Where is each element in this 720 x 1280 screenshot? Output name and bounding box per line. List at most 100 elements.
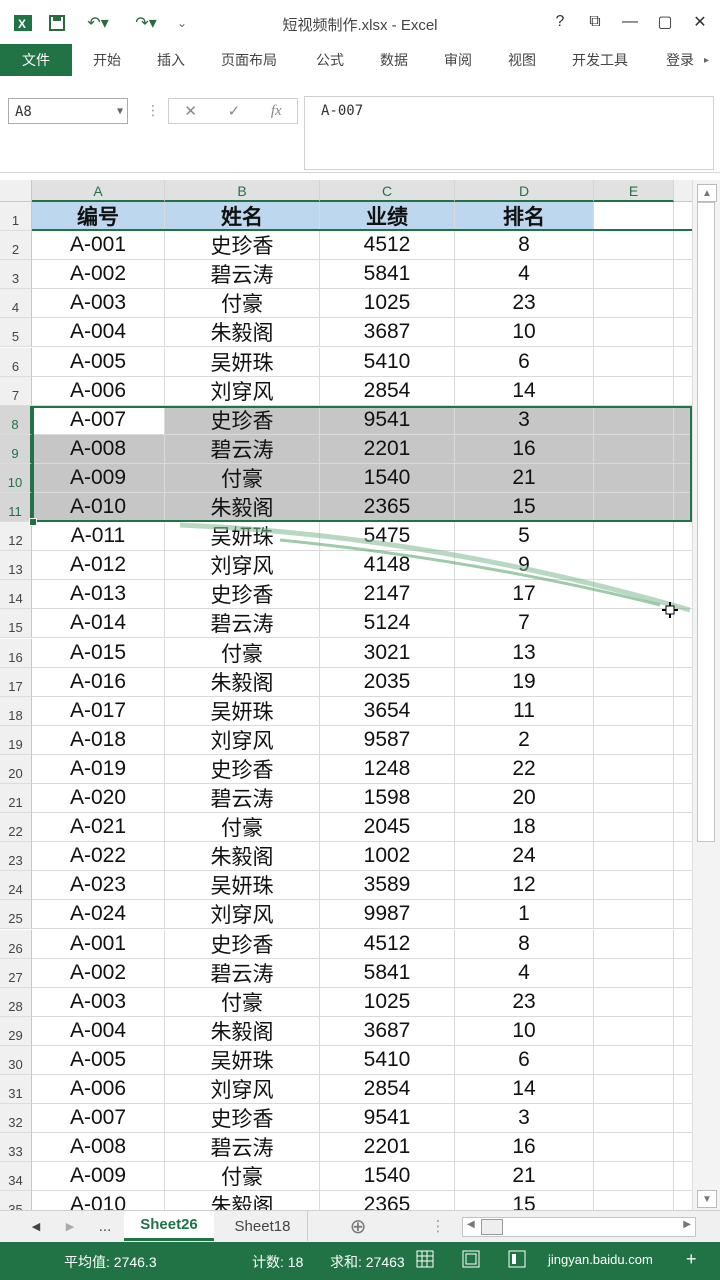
column-header-f[interactable]	[674, 180, 692, 202]
table-cell[interactable]: A-003	[32, 289, 165, 319]
table-cell[interactable]: 21	[455, 1162, 594, 1192]
row-header[interactable]: 24	[0, 871, 32, 901]
row-header[interactable]: 3	[0, 260, 32, 290]
table-cell[interactable]: 朱毅阁	[165, 493, 320, 523]
table-cell[interactable]: 吴妍珠	[165, 696, 320, 726]
table-cell[interactable]: 20	[455, 784, 594, 814]
row-header[interactable]: 23	[0, 842, 32, 872]
table-cell[interactable]	[674, 1162, 692, 1192]
table-cell[interactable]: 吴妍珠	[165, 871, 320, 901]
tab-insert[interactable]: 插入	[157, 44, 185, 76]
table-cell[interactable]: 3	[455, 405, 594, 435]
table-cell[interactable]: 碧云涛	[165, 434, 320, 464]
table-cell[interactable]: 19	[455, 667, 594, 697]
table-cell[interactable]: 史珍香	[165, 754, 320, 784]
table-cell[interactable]: A-011	[32, 522, 165, 552]
table-cell[interactable]: 4	[455, 958, 594, 988]
table-cell[interactable]: 朱毅阁	[165, 318, 320, 348]
table-cell[interactable]	[674, 988, 692, 1017]
row-header[interactable]: 16	[0, 638, 32, 668]
table-cell[interactable]	[674, 900, 692, 930]
tab-file[interactable]: 文件	[0, 44, 72, 76]
table-cell[interactable]	[674, 609, 692, 639]
enter-icon[interactable]: ✓	[228, 102, 241, 120]
table-cell[interactable]: A-021	[32, 813, 165, 843]
table-cell[interactable]	[674, 231, 692, 261]
table-cell[interactable]: A-007	[32, 405, 165, 435]
table-cell[interactable]	[674, 522, 692, 552]
table-cell[interactable]: 9	[455, 551, 594, 581]
row-header[interactable]: 25	[0, 900, 32, 930]
table-cell[interactable]: A-008	[32, 1133, 165, 1163]
select-all-corner[interactable]	[0, 180, 32, 202]
table-cell[interactable]: 刘穿风	[165, 725, 320, 755]
table-cell[interactable]: 2854	[320, 1075, 455, 1105]
row-header[interactable]: 28	[0, 987, 32, 1017]
table-cell[interactable]: A-001	[32, 231, 165, 261]
table-cell[interactable]	[674, 784, 692, 814]
table-cell[interactable]: 2201	[320, 434, 455, 464]
table-cell[interactable]	[594, 696, 674, 726]
row-header[interactable]: 8	[0, 405, 32, 435]
table-cell[interactable]: 付豪	[165, 289, 320, 319]
table-cell[interactable]	[594, 900, 674, 930]
table-cell[interactable]: 2365	[320, 1191, 455, 1210]
table-cell[interactable]: 4148	[320, 551, 455, 581]
table-cell[interactable]	[594, 231, 674, 261]
table-cell[interactable]: 24	[455, 842, 594, 872]
table-cell[interactable]	[674, 434, 692, 464]
table-cell[interactable]	[674, 871, 692, 901]
header-cell[interactable]	[594, 202, 674, 232]
ribbon-scroll-right-icon[interactable]: ▸	[704, 44, 709, 76]
row-header[interactable]: 11	[0, 493, 32, 523]
table-cell[interactable]: 3654	[320, 696, 455, 726]
table-cell[interactable]	[674, 493, 692, 523]
table-cell[interactable]	[594, 784, 674, 814]
table-cell[interactable]: 刘穿风	[165, 1075, 320, 1105]
sheet-nav-next-icon[interactable]: ▶	[60, 1211, 80, 1241]
table-cell[interactable]: 15	[455, 493, 594, 523]
table-cell[interactable]: 8	[455, 231, 594, 261]
table-cell[interactable]: 8	[455, 929, 594, 959]
table-cell[interactable]: 5410	[320, 1045, 455, 1075]
table-cell[interactable]: 吴妍珠	[165, 522, 320, 552]
row-header[interactable]: 18	[0, 696, 32, 726]
table-cell[interactable]	[594, 813, 674, 843]
table-cell[interactable]: 朱毅阁	[165, 1016, 320, 1046]
sign-in-link[interactable]: 登录	[666, 44, 694, 76]
row-header[interactable]: 22	[0, 813, 32, 843]
column-header-c[interactable]: C	[320, 180, 455, 202]
minimize-button[interactable]: —	[615, 10, 645, 34]
table-cell[interactable]: A-016	[32, 667, 165, 697]
table-cell[interactable]	[594, 1075, 674, 1105]
normal-view-icon[interactable]	[416, 1250, 434, 1271]
row-header[interactable]: 33	[0, 1133, 32, 1163]
table-cell[interactable]	[674, 318, 692, 348]
table-cell[interactable]: 5410	[320, 347, 455, 377]
table-cell[interactable]: 4512	[320, 231, 455, 261]
row-header[interactable]: 27	[0, 958, 32, 988]
table-cell[interactable]: 6	[455, 1045, 594, 1075]
table-cell[interactable]	[674, 289, 692, 319]
table-cell[interactable]: 5124	[320, 609, 455, 639]
table-cell[interactable]: 16	[455, 434, 594, 464]
table-cell[interactable]: 2201	[320, 1133, 455, 1163]
table-cell[interactable]	[674, 1104, 692, 1134]
table-cell[interactable]	[594, 1045, 674, 1075]
table-cell[interactable]	[674, 348, 692, 377]
table-cell[interactable]: A-022	[32, 842, 165, 872]
table-cell[interactable]	[594, 434, 674, 464]
table-cell[interactable]: 9587	[320, 725, 455, 755]
table-cell[interactable]: 朱毅阁	[165, 842, 320, 872]
ribbon-display-options-button[interactable]: ⧉	[580, 10, 610, 34]
table-cell[interactable]: 10	[455, 318, 594, 348]
table-cell[interactable]: A-006	[32, 1075, 165, 1105]
header-cell[interactable]: 编号	[32, 202, 165, 232]
table-cell[interactable]: A-004	[32, 1016, 165, 1046]
horizontal-scrollbar-thumb[interactable]	[481, 1219, 503, 1235]
row-header[interactable]: 29	[0, 1016, 32, 1046]
table-cell[interactable]	[674, 930, 692, 959]
table-cell[interactable]: 朱毅阁	[165, 667, 320, 697]
table-cell[interactable]: 16	[455, 1133, 594, 1163]
fill-handle[interactable]	[29, 518, 37, 527]
